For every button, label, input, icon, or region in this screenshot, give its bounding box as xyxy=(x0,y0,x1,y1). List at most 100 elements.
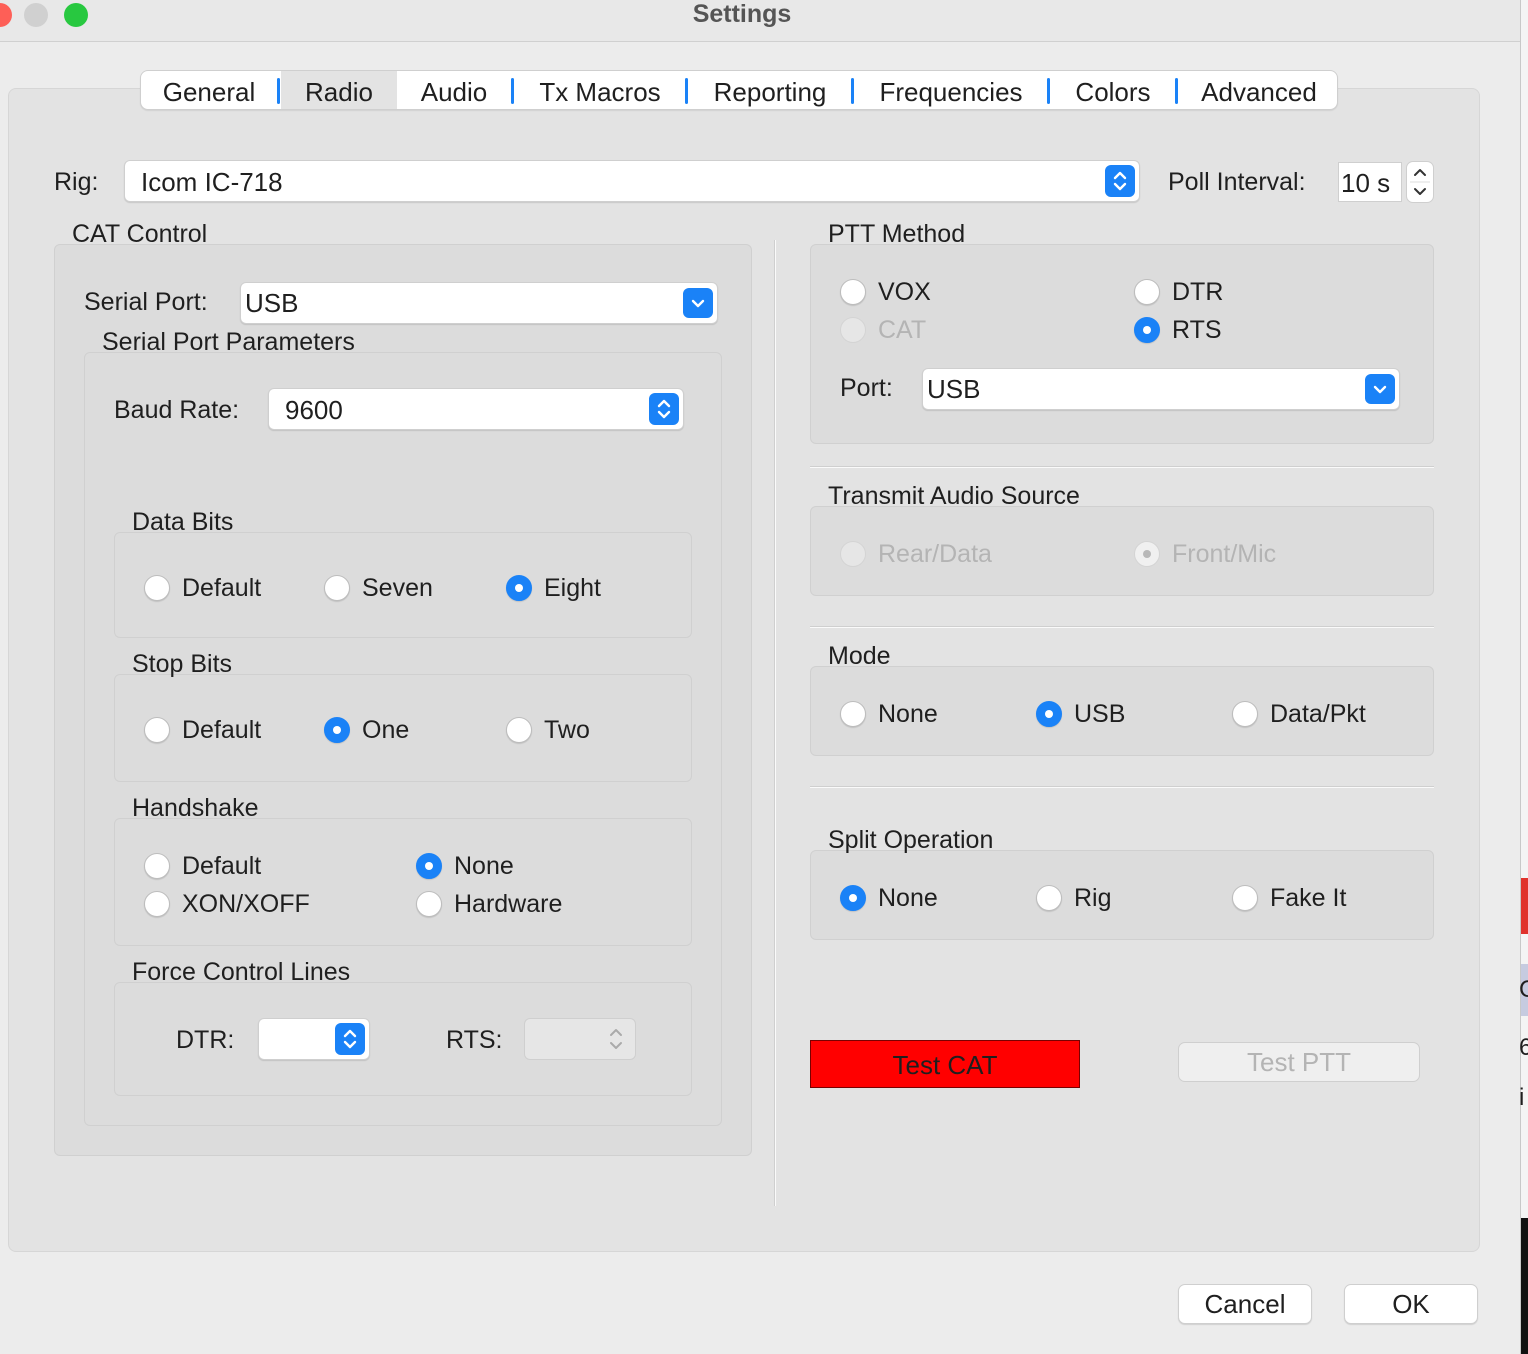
cat-control-title: CAT Control xyxy=(72,220,208,248)
split-rig-radio[interactable] xyxy=(1036,885,1062,911)
updown-chevron-icon xyxy=(335,1023,365,1055)
rig-select[interactable]: Icom IC-718 xyxy=(124,160,1140,202)
handshake-none-label: None xyxy=(454,852,514,880)
mode-usb-label: USB xyxy=(1074,700,1126,728)
ptt-port-value: USB xyxy=(927,374,981,404)
split-rig-label: Rig xyxy=(1074,884,1112,912)
section-divider xyxy=(810,786,1434,788)
baud-rate-label: Baud Rate: xyxy=(114,396,240,424)
mode-none-radio[interactable] xyxy=(840,701,866,727)
background-window-edge: C 6 i xyxy=(1519,0,1528,1354)
handshake-title: Handshake xyxy=(132,794,259,822)
tab-separator xyxy=(277,78,280,104)
stop-bits-default-radio[interactable] xyxy=(144,717,170,743)
stop-bits-title: Stop Bits xyxy=(132,650,233,678)
stop-bits-one-radio[interactable] xyxy=(324,717,350,743)
handshake-hardware-radio[interactable] xyxy=(416,891,442,917)
stop-bits-two-radio[interactable] xyxy=(506,717,532,743)
transmit-audio-source-title: Transmit Audio Source xyxy=(828,482,1080,510)
chevron-down-icon xyxy=(1365,374,1395,404)
poll-interval-input[interactable]: 10 s xyxy=(1338,162,1402,202)
ptt-rts-radio[interactable] xyxy=(1134,317,1160,343)
handshake-xonxoff-label: XON/XOFF xyxy=(182,890,310,918)
cancel-button[interactable]: Cancel xyxy=(1178,1284,1312,1324)
stop-bits-one-label: One xyxy=(362,716,410,744)
ok-button[interactable]: OK xyxy=(1344,1284,1478,1324)
data-bits-eight-label: Eight xyxy=(544,574,601,602)
tab-radio[interactable]: Radio xyxy=(281,71,397,109)
handshake-xonxoff-radio[interactable] xyxy=(144,891,170,917)
ptt-dtr-label: DTR xyxy=(1172,278,1224,306)
serial-port-select[interactable]: USB xyxy=(240,282,718,324)
updown-chevron-icon xyxy=(1105,165,1135,197)
tab-audio[interactable]: Audio xyxy=(397,71,511,109)
mode-data-pkt-radio[interactable] xyxy=(1232,701,1258,727)
section-divider xyxy=(810,466,1434,468)
background-red-block xyxy=(1521,878,1528,934)
rig-label: Rig: xyxy=(54,168,99,196)
title-bar: Settings xyxy=(0,0,1520,42)
tab-separator xyxy=(1175,78,1178,104)
tx-audio-rear-data-label: Rear/Data xyxy=(878,540,992,568)
ptt-cat-radio[interactable] xyxy=(840,317,866,343)
split-none-radio[interactable] xyxy=(840,885,866,911)
test-ptt-button[interactable]: Test PTT xyxy=(1178,1042,1420,1082)
data-bits-eight-radio[interactable] xyxy=(506,575,532,601)
tab-separator xyxy=(511,78,514,104)
handshake-group xyxy=(114,818,692,946)
tx-audio-rear-data-radio[interactable] xyxy=(840,541,866,567)
handshake-default-label: Default xyxy=(182,852,262,880)
tab-frequencies[interactable]: Frequencies xyxy=(855,71,1047,109)
updown-chevron-icon xyxy=(610,1029,622,1049)
dtr-label: DTR: xyxy=(176,1026,235,1054)
ptt-method-title: PTT Method xyxy=(828,220,966,248)
split-fake-it-radio[interactable] xyxy=(1232,885,1258,911)
tab-colors[interactable]: Colors xyxy=(1051,71,1175,109)
tab-advanced[interactable]: Advanced xyxy=(1179,71,1337,109)
poll-interval-stepper[interactable] xyxy=(1406,161,1434,203)
mode-none-label: None xyxy=(878,700,938,728)
updown-chevron-icon xyxy=(649,393,679,425)
test-cat-button[interactable]: Test CAT xyxy=(810,1040,1080,1088)
serial-port-value: USB xyxy=(245,288,299,318)
handshake-none-radio[interactable] xyxy=(416,853,442,879)
tab-reporting[interactable]: Reporting xyxy=(689,71,851,109)
dtr-select[interactable] xyxy=(258,1018,370,1060)
stop-bits-two-label: Two xyxy=(544,716,590,744)
background-text-6: 6 xyxy=(1519,1034,1528,1061)
rts-label: RTS: xyxy=(446,1026,503,1054)
data-bits-default-label: Default xyxy=(182,574,262,602)
mode-usb-radio[interactable] xyxy=(1036,701,1062,727)
tab-tx-macros[interactable]: Tx Macros xyxy=(515,71,685,109)
ptt-dtr-radio[interactable] xyxy=(1134,279,1160,305)
ptt-port-label: Port: xyxy=(840,374,893,402)
tab-separator xyxy=(1047,78,1050,104)
data-bits-seven-radio[interactable] xyxy=(324,575,350,601)
ptt-vox-radio[interactable] xyxy=(840,279,866,305)
tab-bar: General Radio Audio Tx Macros Reporting … xyxy=(140,70,1338,110)
split-operation-title: Split Operation xyxy=(828,826,994,854)
baud-rate-select[interactable]: 9600 xyxy=(268,388,684,430)
chevron-down-icon xyxy=(683,288,713,318)
ptt-rts-label: RTS xyxy=(1172,316,1222,344)
background-dark-block xyxy=(1521,1218,1528,1354)
rts-select[interactable] xyxy=(524,1018,636,1060)
handshake-default-radio[interactable] xyxy=(144,853,170,879)
background-text-i: i xyxy=(1519,1084,1525,1111)
column-divider xyxy=(774,240,776,1206)
tab-separator xyxy=(685,78,688,104)
tab-general[interactable]: General xyxy=(141,71,277,109)
data-bits-title: Data Bits xyxy=(132,508,234,536)
ptt-vox-label: VOX xyxy=(878,278,931,306)
mode-data-pkt-label: Data/Pkt xyxy=(1270,700,1366,728)
force-control-lines-title: Force Control Lines xyxy=(132,958,351,986)
tab-separator xyxy=(851,78,854,104)
serial-port-label: Serial Port: xyxy=(84,288,208,316)
background-text-c: C xyxy=(1519,976,1528,1003)
serial-port-parameters-title: Serial Port Parameters xyxy=(102,328,355,356)
ptt-port-select[interactable]: USB xyxy=(922,368,1400,410)
rig-value: Icom IC-718 xyxy=(141,167,283,197)
data-bits-default-radio[interactable] xyxy=(144,575,170,601)
stop-bits-default-label: Default xyxy=(182,716,262,744)
tx-audio-front-mic-radio[interactable] xyxy=(1134,541,1160,567)
